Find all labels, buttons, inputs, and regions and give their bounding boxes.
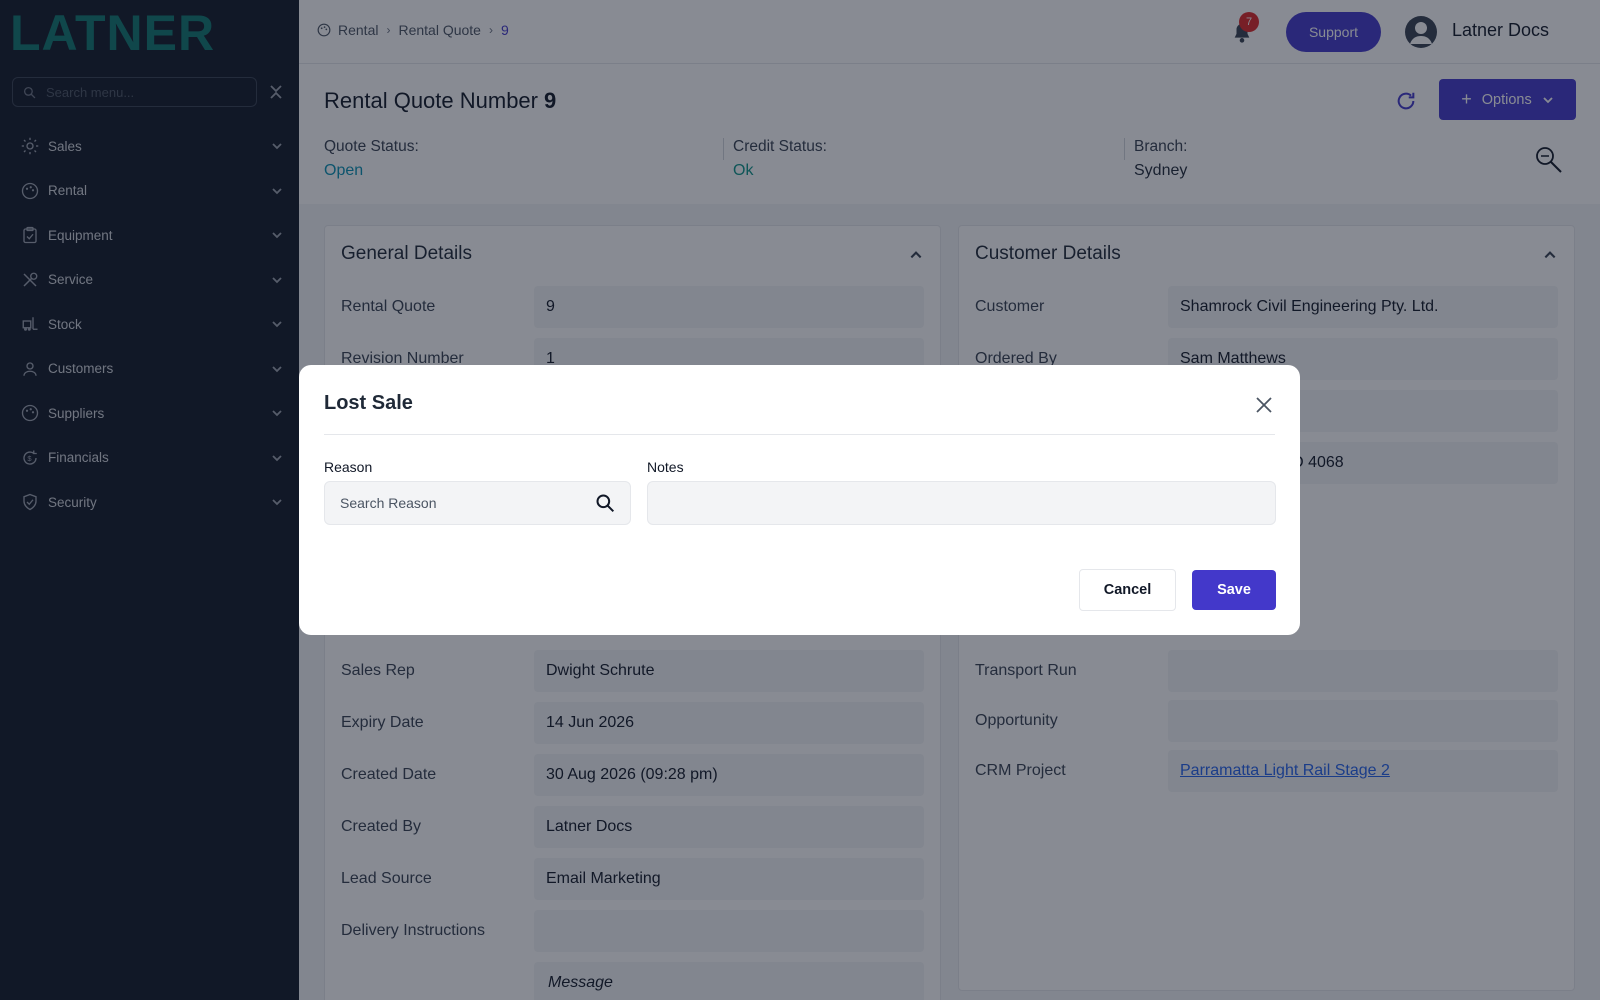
notes-label: Notes (647, 459, 684, 475)
notes-input[interactable] (647, 481, 1276, 525)
search-icon[interactable] (595, 493, 615, 513)
save-button[interactable]: Save (1192, 570, 1276, 610)
cancel-button[interactable]: Cancel (1079, 569, 1176, 611)
reason-label: Reason (324, 459, 373, 475)
close-icon[interactable] (1255, 396, 1273, 414)
lost-sale-dialog: Lost Sale Reason Notes Cancel Save (299, 365, 1300, 635)
dialog-title: Lost Sale (324, 392, 413, 414)
reason-search-input[interactable] (324, 481, 631, 525)
dialog-divider (324, 434, 1275, 435)
